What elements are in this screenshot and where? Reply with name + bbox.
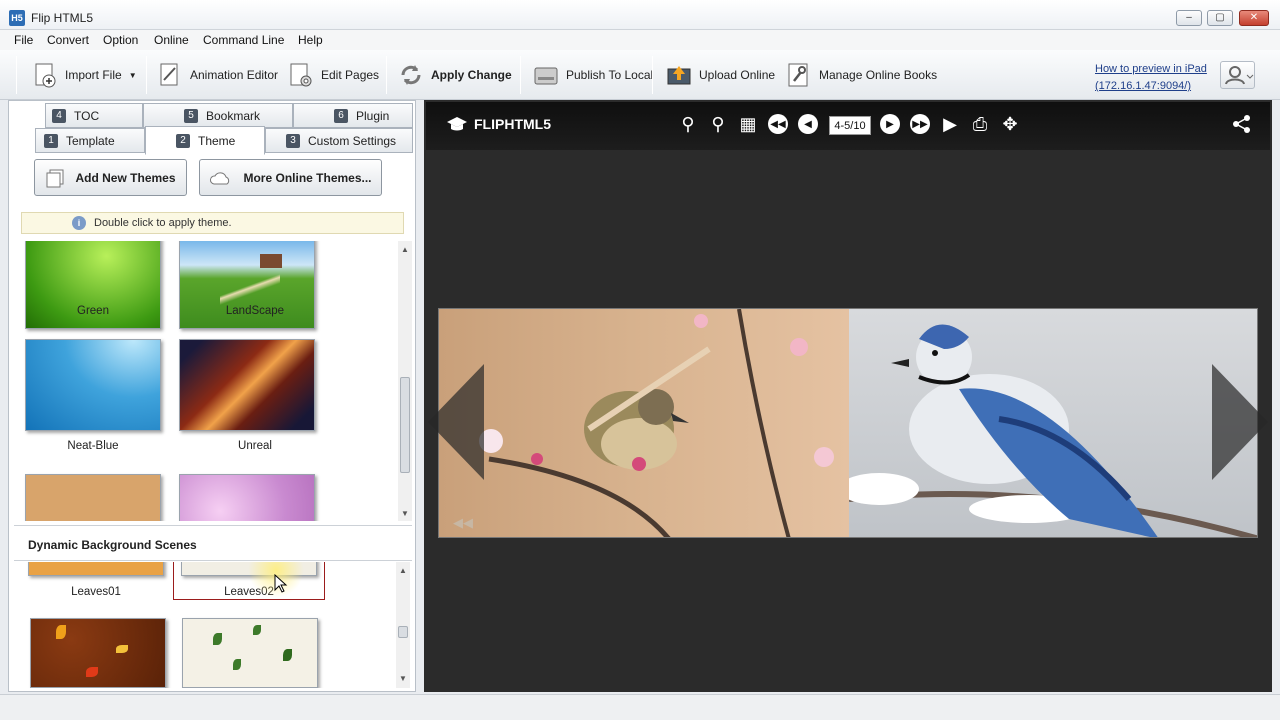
ipad-preview-link[interactable]: How to preview in iPad (172.16.1.47:9094… — [1095, 61, 1207, 95]
tab-custom-settings[interactable]: 3 Custom Settings — [265, 128, 413, 153]
theme-list-scrollbar[interactable]: ▲ ▼ — [398, 241, 412, 521]
dynamic-scenes-header: Dynamic Background Scenes — [14, 525, 412, 561]
menu-file[interactable]: File — [14, 33, 33, 47]
add-new-themes-button[interactable]: Add New Themes — [34, 159, 187, 196]
menu-option[interactable]: Option — [103, 33, 138, 47]
share-icon[interactable] — [1230, 112, 1254, 136]
previous-spread-arrow-icon[interactable] — [426, 362, 486, 482]
theme-thumb-unreal[interactable] — [179, 339, 315, 431]
window-title: Flip HTML5 — [31, 11, 94, 25]
upload-online-button[interactable]: Upload Online — [666, 58, 775, 92]
menu-bar: File Convert Option Online Command Line … — [0, 30, 1280, 50]
menu-online[interactable]: Online — [154, 33, 189, 47]
book-preview: FLIPHTML5 ⚲ ⚲ ▦ ◀◀ ◀ 4-5/10 ▶ ▶▶ ▶ ⎙ ✥ ◀… — [424, 100, 1272, 692]
animation-editor-button[interactable]: Animation Editor — [157, 58, 278, 92]
scroll-thumb[interactable] — [400, 377, 410, 473]
upload-icon — [666, 62, 692, 88]
scroll-down-icon[interactable]: ▼ — [398, 507, 412, 521]
tab-plugin[interactable]: 6 Plugin — [293, 103, 413, 128]
last-page-icon[interactable]: ▶▶ — [910, 114, 930, 134]
edit-pages-icon — [288, 62, 314, 88]
theme-label-landscape: LandScape — [225, 305, 285, 317]
minimize-button[interactable]: – — [1176, 10, 1202, 26]
menu-command-line[interactable]: Command Line — [203, 33, 284, 47]
rewind-icon[interactable]: ◀◀ — [453, 515, 473, 531]
theme-thumb-tan[interactable] — [25, 474, 161, 521]
tab-bookmark[interactable]: 5 Bookmark — [143, 103, 293, 128]
main-toolbar: Import File ▼ Animation Editor Edit Page… — [0, 50, 1280, 100]
search-icon[interactable]: ⚲ — [706, 112, 730, 136]
close-button[interactable]: ✕ — [1239, 10, 1269, 26]
scene-thumb-leaves01[interactable] — [28, 562, 164, 576]
mouse-cursor-icon — [274, 574, 288, 593]
tab-template[interactable]: 1 Template — [35, 128, 145, 153]
wrench-icon — [786, 62, 812, 88]
fullscreen-icon[interactable]: ✥ — [998, 112, 1022, 136]
next-spread-arrow-icon[interactable] — [1210, 362, 1270, 482]
user-button[interactable] — [1220, 61, 1255, 89]
tab-theme[interactable]: 2 Theme — [145, 126, 265, 155]
import-file-button[interactable]: Import File ▼ — [32, 58, 137, 92]
next-page-icon[interactable]: ▶ — [880, 114, 900, 134]
print-icon[interactable]: ⎙ — [968, 112, 992, 136]
thumbnails-grid-icon[interactable]: ▦ — [736, 112, 760, 136]
more-online-themes-button[interactable]: More Online Themes... — [199, 159, 382, 196]
theme-list: Green LandScape Neat-Blue Unreal — [9, 241, 405, 521]
scene-scroll-thumb[interactable] — [398, 626, 408, 638]
dynamic-scene-list: Leaves01 Leaves02 — [14, 562, 404, 688]
scene-label-leaves01: Leaves01 — [71, 586, 121, 598]
page-indicator[interactable]: 4-5/10 — [829, 116, 871, 135]
flipbook-spread[interactable]: ◀◀ — [438, 308, 1258, 538]
theme-label-unreal: Unreal — [238, 440, 272, 452]
animation-editor-icon — [157, 62, 183, 88]
autoplay-icon[interactable]: ▶ — [938, 112, 962, 136]
info-icon: i — [72, 216, 86, 230]
publish-local-button[interactable]: Publish To Local — [533, 58, 653, 92]
menu-convert[interactable]: Convert — [47, 33, 89, 47]
scene-thumb-autumn[interactable] — [30, 618, 166, 688]
scene-scroll-up-icon[interactable]: ▲ — [396, 564, 410, 578]
edit-pages-button[interactable]: Edit Pages — [288, 58, 379, 92]
viewer-toolbar: FLIPHTML5 ⚲ ⚲ ▦ ◀◀ ◀ 4-5/10 ▶ ▶▶ ▶ ⎙ ✥ — [426, 102, 1270, 150]
theme-thumb-purple[interactable] — [179, 474, 315, 521]
scene-thumb-green-leaves[interactable] — [182, 618, 318, 688]
add-theme-icon — [46, 169, 64, 187]
apply-change-button[interactable]: Apply Change — [398, 58, 512, 92]
scroll-up-icon[interactable]: ▲ — [398, 243, 412, 257]
import-file-icon — [32, 62, 58, 88]
scene-list-scrollbar[interactable]: ▲ ▼ — [396, 562, 410, 688]
cloud-icon — [210, 171, 230, 184]
app-icon: H5 — [9, 10, 25, 26]
bird-on-branch-photo — [479, 309, 834, 537]
first-page-icon[interactable]: ◀◀ — [768, 114, 788, 134]
menu-help[interactable]: Help — [298, 33, 323, 47]
maximize-button[interactable]: ▢ — [1207, 10, 1233, 26]
manage-online-books-button[interactable]: Manage Online Books — [786, 58, 937, 92]
hard-drive-icon — [533, 62, 559, 88]
theme-thumb-neat-blue[interactable] — [25, 339, 161, 431]
theme-hint: i Double click to apply theme. — [21, 212, 404, 234]
mortarboard-icon — [447, 117, 467, 131]
user-icon — [1225, 66, 1254, 85]
scene-label-leaves02: Leaves02 — [224, 586, 274, 598]
status-bar — [0, 694, 1280, 720]
blue-jay-photo — [839, 324, 1257, 537]
viewer-logo: FLIPHTML5 — [446, 116, 551, 132]
zoom-in-icon[interactable]: ⚲ — [676, 112, 700, 136]
theme-label-green: Green — [77, 305, 109, 317]
left-page — [439, 309, 849, 537]
previous-page-icon[interactable]: ◀ — [798, 114, 818, 134]
settings-panel: 4 TOC 5 Bookmark 6 Plugin 1 Template 2 Theme … — [8, 100, 416, 692]
title-bar: H5 Flip HTML5 – ▢ ✕ — [0, 0, 1280, 30]
tab-toc[interactable]: 4 TOC — [45, 103, 143, 128]
right-page — [839, 309, 1257, 537]
theme-label-neat-blue: Neat-Blue — [67, 440, 119, 452]
refresh-icon — [398, 62, 424, 88]
scene-scroll-down-icon[interactable]: ▼ — [396, 672, 410, 686]
